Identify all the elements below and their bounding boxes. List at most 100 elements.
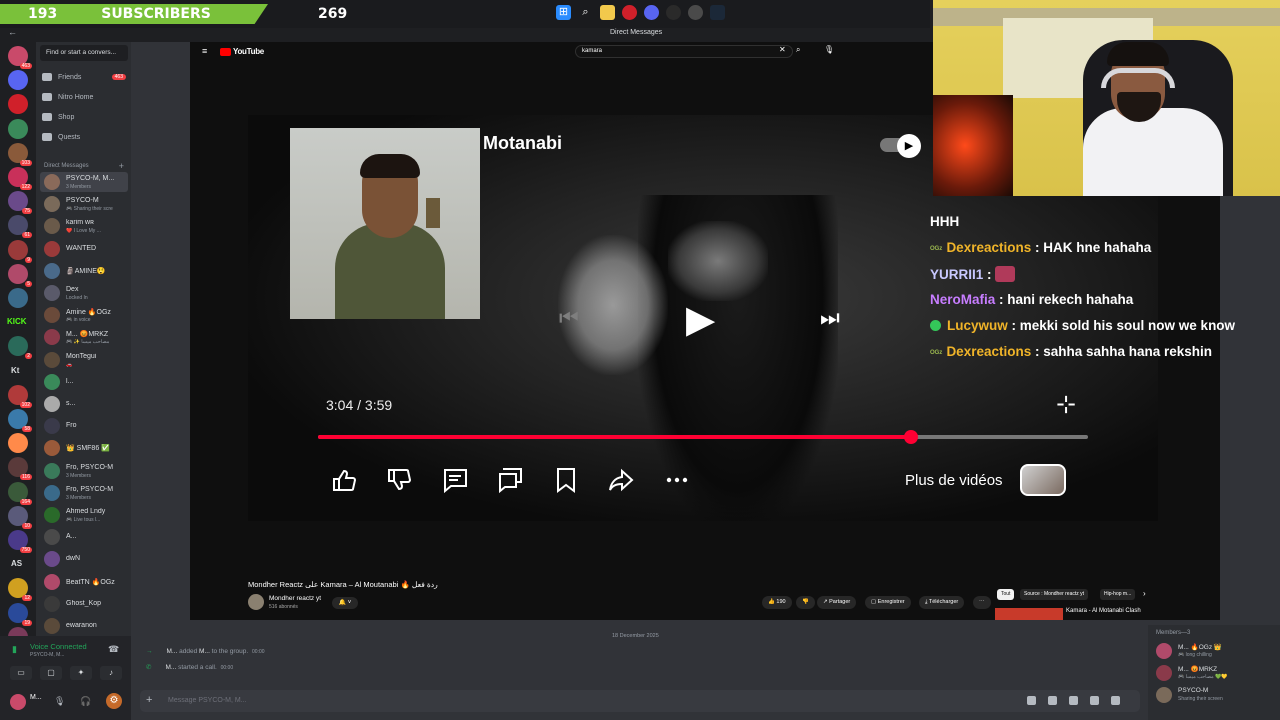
next-icon[interactable]: ⏭ — [820, 305, 840, 331]
server-icon[interactable]: 103 — [8, 142, 32, 166]
nav-friends[interactable]: Friends 463 — [42, 73, 126, 81]
dm-item[interactable]: Ahmed Lndy 🎮 Live tous l... — [40, 505, 128, 525]
server-icon[interactable] — [8, 118, 28, 139]
progress-bar[interactable] — [318, 430, 1088, 444]
dm-item[interactable]: s... — [40, 394, 128, 414]
member-item[interactable]: M... 🔥OGz 👑 🎮 long chilling — [1156, 641, 1276, 661]
server-icon[interactable]: 116 — [8, 457, 32, 481]
message-input[interactable]: + Message PSYCO-M, M... — [140, 690, 1140, 712]
server-kt[interactable]: Kt — [11, 366, 19, 375]
menu-icon[interactable]: ≡ — [202, 46, 207, 56]
dm-item[interactable]: M... 😡MRKZ 🎮 ✨ مصاحب ميسا — [40, 327, 128, 347]
share-icon[interactable] — [607, 466, 635, 494]
steam-icon[interactable] — [710, 5, 725, 20]
gif-icon[interactable] — [1048, 696, 1057, 705]
dm-item[interactable]: 👑 SMF86 ✅ — [40, 438, 128, 458]
download-button[interactable]: ⤓ Télécharger — [919, 596, 965, 609]
headphones-icon[interactable]: 🎧 — [80, 696, 91, 707]
exit-fullscreen-icon[interactable]: ⊹ — [1056, 390, 1076, 419]
comment-icon[interactable] — [441, 466, 469, 494]
avatar[interactable] — [10, 694, 26, 710]
mic-icon[interactable]: 🎙 — [54, 696, 65, 707]
nav-shop[interactable]: Shop — [42, 113, 126, 121]
save-icon[interactable] — [552, 466, 580, 494]
gear-icon[interactable]: ⚙ — [106, 693, 122, 709]
server-icon[interactable] — [8, 288, 28, 308]
dm-item[interactable]: Fro — [40, 416, 128, 436]
like-button[interactable]: 👍 190 — [762, 596, 792, 609]
share-button[interactable]: ↗ Partager — [817, 596, 857, 609]
play-icon[interactable]: ▶ — [686, 297, 715, 342]
new-dm-plus-icon[interactable]: + — [119, 161, 124, 171]
bell-icon[interactable]: 🔔 ˅ — [332, 597, 358, 609]
server-icon[interactable]: 750 — [8, 530, 32, 553]
dm-item[interactable]: A... — [40, 527, 128, 547]
related-thumbnail[interactable] — [995, 608, 1063, 620]
dm-item[interactable]: BeatTN 🔥OGz — [40, 572, 128, 592]
server-icon[interactable]: 61 — [8, 215, 32, 239]
more-videos-thumbnail[interactable] — [1020, 464, 1066, 496]
dm-item[interactable]: 🗿AMINE😲 — [40, 261, 128, 281]
chrome-icon[interactable] — [688, 5, 703, 20]
attach-plus-icon[interactable]: + — [146, 694, 152, 706]
previous-icon[interactable]: ⏮ — [559, 305, 579, 331]
message-actor[interactable]: M... — [167, 648, 178, 655]
youtube-search-input[interactable]: kamara — [575, 45, 793, 58]
dm-item[interactable]: Fro, PSYCO-M 3 Members — [40, 461, 128, 481]
opera-icon[interactable] — [622, 5, 637, 20]
dm-item[interactable]: Fro, PSYCO-M 3 Members — [40, 483, 128, 503]
chip-all[interactable]: Tout — [997, 589, 1015, 600]
obs-icon[interactable] — [666, 5, 681, 20]
server-icon[interactable] — [8, 70, 28, 91]
server-icon[interactable]: 10 — [8, 505, 32, 529]
dm-item[interactable]: ewaranon — [40, 616, 128, 636]
nav-nitro[interactable]: Nitro Home — [42, 93, 126, 101]
server-icon[interactable] — [8, 433, 28, 454]
dm-item[interactable]: dwN — [40, 549, 128, 569]
server-as[interactable]: AS — [11, 559, 22, 568]
dm-item[interactable]: PSYCO-M 🎮 Sharing their scre — [40, 194, 128, 214]
save-button[interactable]: ▢ Enregistrer — [865, 596, 911, 609]
like-icon[interactable] — [330, 466, 358, 494]
youtube-logo[interactable]: YouTube — [220, 47, 264, 56]
chat-icon[interactable] — [496, 466, 524, 494]
clear-search-icon[interactable]: ✕ — [779, 45, 786, 54]
chip-next-icon[interactable]: › — [1143, 589, 1146, 598]
server-icon[interactable]: 2 — [8, 336, 32, 360]
server-icon[interactable]: 463 — [8, 46, 32, 69]
chip-hiphop[interactable]: Hip-hop m... — [1100, 589, 1136, 600]
nav-quests[interactable]: Quests — [42, 133, 126, 141]
autoplay-play-icon[interactable]: ▶ — [897, 134, 921, 158]
server-icon[interactable]: 58 — [8, 409, 32, 432]
gift-icon[interactable] — [1027, 696, 1036, 705]
related-title[interactable]: Kamara - Al Motanabi Clash — [1066, 608, 1141, 614]
server-icon[interactable] — [8, 94, 28, 115]
soundboard-button[interactable]: ♪ — [100, 666, 122, 680]
screen-share-button[interactable]: ▢ — [40, 666, 62, 680]
channel-avatar[interactable] — [248, 594, 264, 610]
dm-item[interactable]: WANTED — [40, 239, 128, 259]
member-item[interactable]: PSYCO-M Sharing their screen — [1156, 685, 1276, 705]
dm-item[interactable]: PSYCO-M, M... 3 Members — [40, 172, 128, 192]
dm-item[interactable]: MonTegui 🚗 — [40, 350, 128, 370]
dm-search-input[interactable]: Find or start a convers... — [40, 45, 128, 61]
activities-button[interactable]: ✦ — [70, 666, 92, 680]
chip-source[interactable]: Source : Mondher reactz yt — [1020, 589, 1089, 600]
server-icon[interactable]: 9 — [8, 239, 32, 263]
voice-channel[interactable]: PSYCO-M, M... — [30, 652, 64, 658]
server-icon[interactable]: 5 — [8, 263, 32, 287]
server-icon[interactable]: 12 — [8, 578, 32, 602]
dm-item[interactable]: Ghost_Kop — [40, 594, 128, 614]
message-actor[interactable]: M... — [165, 664, 176, 671]
server-icon[interactable]: 75 — [8, 191, 32, 215]
search-icon[interactable]: ⌕ — [796, 45, 800, 55]
folder-icon[interactable] — [600, 5, 615, 20]
server-icon[interactable]: 19 — [8, 602, 32, 626]
disconnect-icon[interactable]: ☎ — [108, 644, 119, 655]
more-videos-button[interactable]: Plus de vidéos — [905, 472, 1003, 489]
windows-icon[interactable]: ⊞ — [556, 5, 571, 20]
progress-scrubber[interactable] — [903, 430, 918, 444]
more-icon[interactable] — [663, 466, 691, 494]
camera-button[interactable]: ▭ — [10, 666, 32, 680]
server-icon[interactable]: 102 — [8, 384, 32, 408]
